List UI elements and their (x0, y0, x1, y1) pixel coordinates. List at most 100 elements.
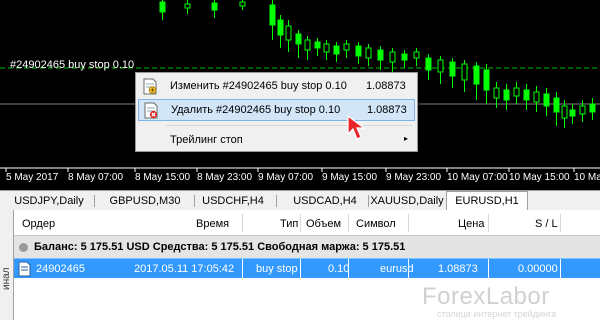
candle-body (589, 103, 596, 113)
column-divider (348, 259, 349, 279)
column-divider (300, 259, 301, 279)
time-axis-label: 8 May 23:00 (197, 172, 253, 183)
menu-item-label: Трейлинг стоп (170, 134, 243, 146)
terminal-panel: инал Ордер Время Тип Объем Символ Цена S… (0, 210, 600, 320)
pending-order-icon (18, 261, 31, 277)
candle-body (377, 49, 384, 61)
tab-usdcad-h4[interactable]: USDCAD,H4 (282, 193, 368, 210)
candle-body (401, 53, 408, 61)
terminal-side-text: инал (1, 267, 12, 290)
order-type: buy stop (256, 263, 298, 275)
order-price: 1.08873 (438, 263, 478, 275)
candle-body (553, 97, 560, 113)
tab-gbpusd-m30[interactable]: GBPUSD,M30 (96, 193, 194, 210)
time-axis-label: 8 May 07:00 (68, 172, 124, 183)
candle-body (184, 3, 191, 9)
orders-table-header: Ордер Время Тип Объем Символ Цена S / L (14, 210, 600, 236)
candle-body (239, 1, 246, 7)
order-stop-loss: 0.00000 (518, 263, 558, 275)
watermark-subtitle: столица интернет трейдинга (437, 309, 557, 319)
time-axis-label: 9 May 07:00 (258, 172, 314, 183)
table-row[interactable]: 24902465 2017.05.11 17:05:42 buy stop 0.… (14, 258, 600, 279)
candle-body (523, 89, 530, 101)
candle-body (483, 69, 490, 91)
tab-separator (94, 195, 95, 207)
tab-separator (368, 195, 369, 207)
time-axis-label: 8 May 15:00 (135, 172, 191, 183)
candle-body (159, 1, 166, 13)
mouse-cursor-icon (347, 114, 366, 140)
candle-body (285, 25, 292, 41)
order-context-menu: Изменить #24902465 buy stop 0.10 1.08873… (135, 72, 418, 152)
tab-eurusd-h1[interactable]: EURUSD,H1 (446, 191, 528, 211)
column-header-volume[interactable]: Объем (306, 218, 341, 230)
chart-tabs-bar: USDJPY,Daily GBPUSD,M30 USDCHF,H4 USDCAD,H4… (0, 190, 600, 211)
candle-body (425, 57, 432, 71)
candle-body (569, 109, 576, 117)
time-axis-label: 10 May 07:00 (447, 172, 508, 183)
candle-body (333, 45, 340, 55)
column-header-symbol[interactable]: Символ (356, 218, 396, 230)
column-divider (488, 214, 489, 232)
tab-separator (276, 195, 277, 207)
candle-body (449, 61, 456, 77)
menu-item-delete-order[interactable]: Удалить #24902465 buy stop 0.10 1.08873 (138, 99, 415, 121)
column-divider (560, 214, 561, 232)
candle-body (314, 41, 321, 49)
candle-body (389, 51, 396, 63)
menu-item-label: Удалить #24902465 buy stop 0.10 (171, 104, 341, 116)
column-header-time[interactable]: Время (196, 218, 229, 230)
tab-usdjpy-daily[interactable]: USDJPY,Daily (4, 193, 94, 210)
menu-item-modify-order[interactable]: Изменить #24902465 buy stop 0.10 1.08873 (138, 76, 415, 98)
column-divider (242, 214, 243, 232)
order-line-label: #24902465 buy stop 0.10 (10, 59, 135, 71)
candle-body (437, 59, 444, 73)
candle-body (365, 47, 372, 59)
balance-summary-row: Баланс: 5 175.51 USD Средства: 5 175.51 … (14, 236, 600, 258)
menu-item-price: 1.08873 (366, 80, 406, 92)
terminal-side-label: инал (0, 210, 14, 320)
column-divider (488, 259, 489, 279)
column-header-sl[interactable]: S / L (535, 218, 558, 230)
order-volume: 0.10 (328, 263, 350, 275)
order-delete-icon (144, 102, 158, 119)
column-header-price[interactable]: Цена (458, 218, 484, 230)
candle-body (533, 91, 540, 103)
column-divider (408, 214, 409, 232)
menu-separator (166, 125, 412, 126)
time-axis-label: 10 May 15:00 (509, 172, 570, 183)
candle-body (473, 65, 480, 85)
time-axis-label: 9 May 23:00 (386, 172, 442, 183)
candle-body (277, 19, 284, 36)
menu-item-trailing-stop[interactable]: Трейлинг стоп ▸ (138, 130, 415, 152)
column-header-type[interactable]: Тип (280, 218, 298, 230)
time-axis-labels: 5 May 2017 8 May 07:00 8 May 15:00 8 May 23… (0, 172, 600, 186)
column-header-order[interactable]: Ордер (22, 218, 55, 230)
candle-body (211, 2, 218, 11)
column-divider (560, 259, 561, 279)
menu-item-label: Изменить #24902465 buy stop 0.10 (170, 80, 347, 92)
time-axis-label: 10 May (574, 172, 600, 183)
candle-body (323, 43, 330, 53)
order-edit-icon (143, 78, 157, 95)
candle-body (493, 87, 500, 99)
candle-body (413, 51, 420, 59)
column-divider (348, 214, 349, 232)
candle-body (543, 93, 550, 107)
candle-body (461, 63, 468, 81)
time-axis-label: 5 May 2017 (6, 172, 59, 183)
column-divider (300, 214, 301, 232)
time-axis-label: 9 May 15:00 (322, 172, 378, 183)
candle-body (269, 4, 276, 26)
candle-body (503, 89, 510, 101)
tab-xauusd-daily[interactable]: XAUUSD,Daily (370, 193, 444, 210)
balance-bullet-icon (19, 243, 28, 252)
order-ticket: 24902465 (36, 263, 85, 275)
candle-body (579, 105, 586, 115)
tab-usdchf-h4[interactable]: USDCHF,H4 (190, 193, 276, 210)
column-divider (242, 259, 243, 279)
watermark-logo: ForexLabor (422, 283, 550, 310)
candle-body (343, 43, 350, 51)
submenu-arrow-icon: ▸ (404, 134, 409, 143)
candle-body (355, 45, 362, 57)
